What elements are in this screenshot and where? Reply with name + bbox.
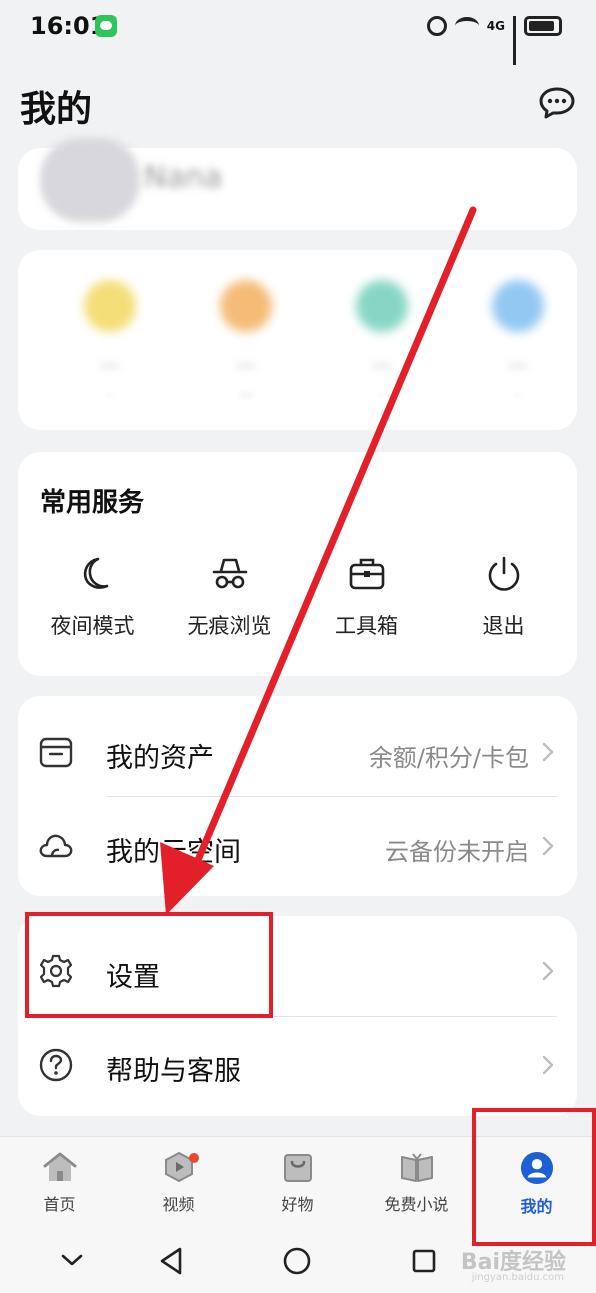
settings-highlight-box	[25, 912, 273, 1018]
me-tab-highlight-box	[472, 1108, 596, 1246]
annotation-arrow	[160, 206, 477, 915]
